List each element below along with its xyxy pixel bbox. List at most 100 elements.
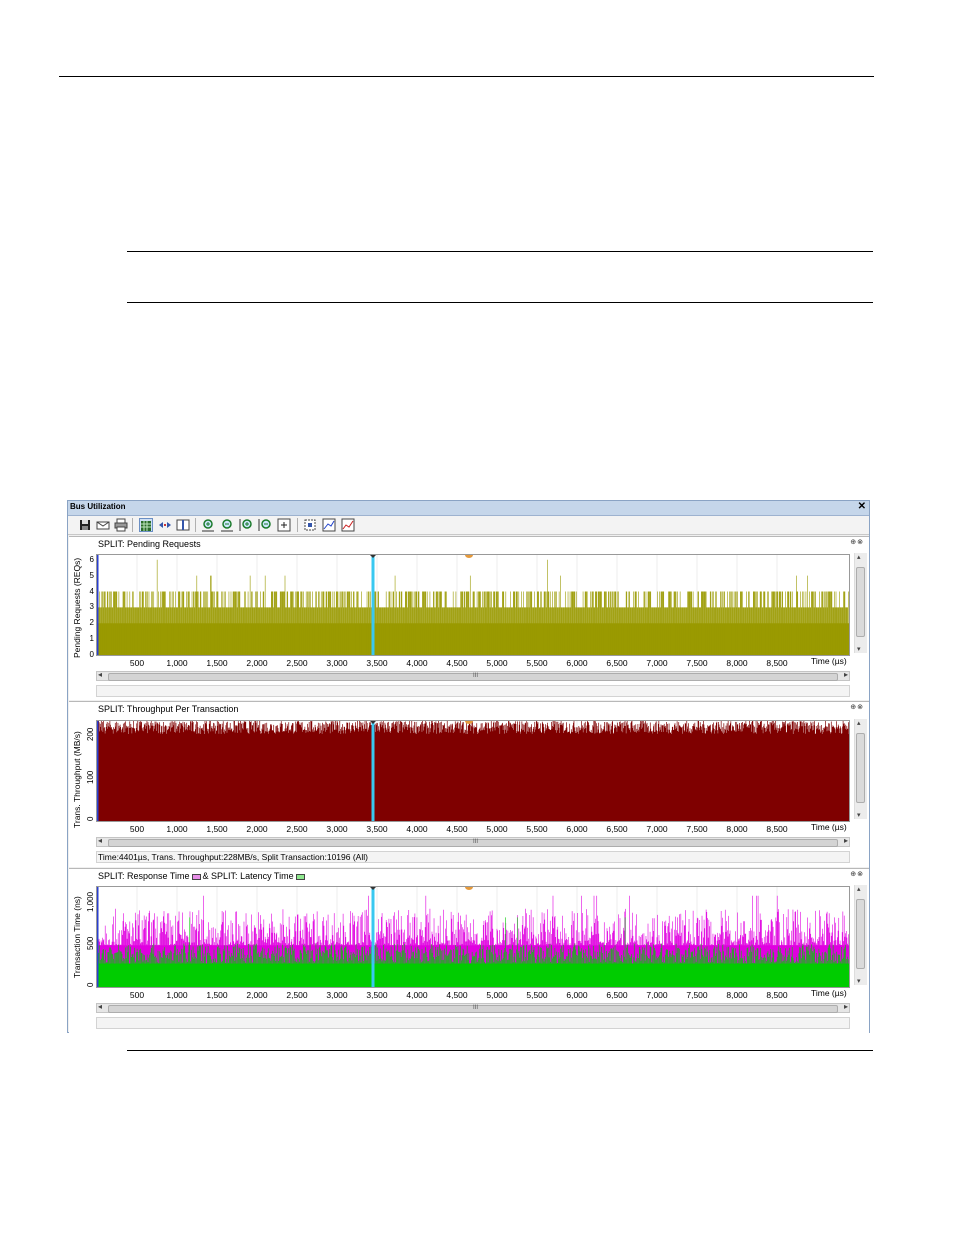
panel-controls-icon[interactable]: ⊕⊗: [850, 538, 864, 546]
scroll-right-icon[interactable]: ▸: [844, 836, 848, 845]
x-tick-label: 1,500: [206, 824, 228, 834]
cursor-handle-icon[interactable]: [370, 555, 376, 558]
y-tick-label: 0: [86, 982, 95, 987]
x-tick-label: 3,000: [326, 658, 348, 668]
panel-controls-icon[interactable]: ⊕⊗: [850, 870, 864, 878]
scroll-up-icon[interactable]: ▴: [857, 885, 861, 893]
close-icon[interactable]: ✕: [858, 501, 866, 512]
x-tick-label: 2,500: [286, 824, 308, 834]
marker-icon[interactable]: [465, 555, 473, 558]
y-tick-label: 6: [89, 554, 94, 564]
pending-requests-chart: [97, 555, 849, 655]
horizontal-scrollbar[interactable]: ◂ III ▸: [96, 836, 850, 847]
x-tick-label: 3,500: [366, 824, 388, 834]
top-rule: [59, 76, 874, 77]
scrollbar-thumb[interactable]: III: [108, 839, 838, 847]
x-tick-label: 1,500: [206, 658, 228, 668]
scroll-down-icon[interactable]: ▾: [857, 811, 861, 819]
horizontal-scrollbar[interactable]: ◂ III ▸: [96, 670, 850, 681]
zoom-in-horizontal-icon[interactable]: [201, 518, 215, 532]
left-boundary-line: [97, 555, 99, 655]
x-tick-label: 6,500: [606, 990, 628, 1000]
x-tick-label: 5,000: [486, 990, 508, 1000]
vertical-scrollbar[interactable]: ▴ ▾: [854, 885, 867, 985]
cursor-line[interactable]: [371, 887, 375, 987]
figure-rule-bottom: [127, 1050, 873, 1051]
x-tick-label: 6,000: [566, 824, 588, 834]
panel-title: SPLIT: Pending Requests: [98, 539, 201, 549]
cursor-line[interactable]: [371, 555, 375, 655]
x-tick-label: 2,500: [286, 658, 308, 668]
y-tick-label: 0: [89, 650, 94, 659]
scroll-left-icon[interactable]: ◂: [98, 1002, 102, 1011]
scroll-down-icon[interactable]: ▾: [857, 645, 861, 653]
status-bar: [96, 1017, 850, 1029]
vertical-scrollbar[interactable]: ▴ ▾: [854, 719, 867, 819]
fit-icon[interactable]: [277, 518, 291, 532]
x-tick-label: 7,500: [686, 990, 708, 1000]
x-tick-label: 4,500: [446, 824, 468, 834]
scrollbar-thumb[interactable]: [856, 899, 865, 969]
left-boundary-line: [97, 721, 99, 821]
cursor-handle-icon[interactable]: [370, 887, 376, 890]
x-tick-label: 8,000: [726, 990, 748, 1000]
zoom-out-vertical-icon[interactable]: [258, 518, 272, 532]
y-axis-label: Transaction Time (ns): [72, 896, 82, 978]
zoom-in-vertical-icon[interactable]: [239, 518, 253, 532]
latency-legend-swatch: [295, 873, 305, 880]
split-view-icon[interactable]: [176, 518, 190, 532]
select-region-icon[interactable]: [303, 518, 317, 532]
grid-view-icon[interactable]: [139, 518, 153, 532]
x-axis-unit: Time (µs): [811, 988, 847, 998]
x-tick-label: 4,500: [446, 658, 468, 668]
scroll-left-icon[interactable]: ◂: [98, 670, 102, 679]
y-tick-label: 1: [89, 634, 94, 644]
sync-icon[interactable]: [158, 518, 172, 532]
scroll-right-icon[interactable]: ▸: [844, 670, 848, 679]
x-tick-label: 8,000: [726, 824, 748, 834]
transaction-time-chart: [97, 887, 849, 987]
y-tick-label: 3: [89, 602, 94, 612]
y-axis-label: Trans. Throughput (MB/s): [72, 731, 82, 828]
vertical-scrollbar[interactable]: ▴ ▾: [854, 553, 867, 653]
cursor-line[interactable]: [371, 721, 375, 821]
x-tick-label: 6,000: [566, 658, 588, 668]
cursor-handle-icon[interactable]: [370, 721, 376, 724]
x-tick-label: 7,000: [646, 990, 668, 1000]
x-tick-label: 500: [129, 824, 145, 834]
save-icon[interactable]: [78, 518, 92, 532]
scroll-down-icon[interactable]: ▾: [857, 977, 861, 985]
title-bar[interactable]: Bus Utilization ✕: [68, 501, 869, 516]
chart-options-icon[interactable]: [341, 518, 355, 532]
throughput-chart: [97, 721, 849, 821]
scrollbar-thumb[interactable]: III: [108, 1005, 838, 1013]
note-rule-bottom: [127, 302, 873, 303]
throughput-bars: [97, 721, 849, 821]
x-tick-label: 4,000: [406, 824, 428, 834]
status-bar: Time:4401µs, Trans. Throughput:228MB/s, …: [96, 851, 850, 863]
email-icon[interactable]: [96, 518, 110, 532]
scroll-up-icon[interactable]: ▴: [857, 553, 861, 561]
x-tick-label: 1,500: [206, 990, 228, 1000]
y-tick-label: 2: [89, 618, 94, 628]
scroll-right-icon[interactable]: ▸: [844, 1002, 848, 1011]
plot-area[interactable]: [96, 554, 850, 656]
note-rule-top: [127, 251, 873, 252]
scroll-up-icon[interactable]: ▴: [857, 719, 861, 727]
scrollbar-thumb[interactable]: III: [108, 673, 838, 681]
y-tick-label: 4: [89, 586, 94, 596]
plot-area[interactable]: [96, 720, 850, 822]
print-icon[interactable]: [114, 518, 128, 532]
horizontal-scrollbar[interactable]: ◂ III ▸: [96, 1002, 850, 1013]
scrollbar-thumb[interactable]: [856, 733, 865, 803]
plot-area[interactable]: [96, 886, 850, 988]
panel-controls-icon[interactable]: ⊕⊗: [850, 703, 864, 711]
scrollbar-thumb[interactable]: [856, 567, 865, 637]
y-tick-label: 500: [86, 937, 95, 951]
x-tick-label: 3,500: [366, 658, 388, 668]
response-title: SPLIT: Response Time: [98, 871, 190, 881]
scroll-left-icon[interactable]: ◂: [98, 836, 102, 845]
graph-settings-icon[interactable]: [322, 518, 336, 532]
zoom-out-horizontal-icon[interactable]: [220, 518, 234, 532]
marker-icon[interactable]: [465, 887, 473, 890]
